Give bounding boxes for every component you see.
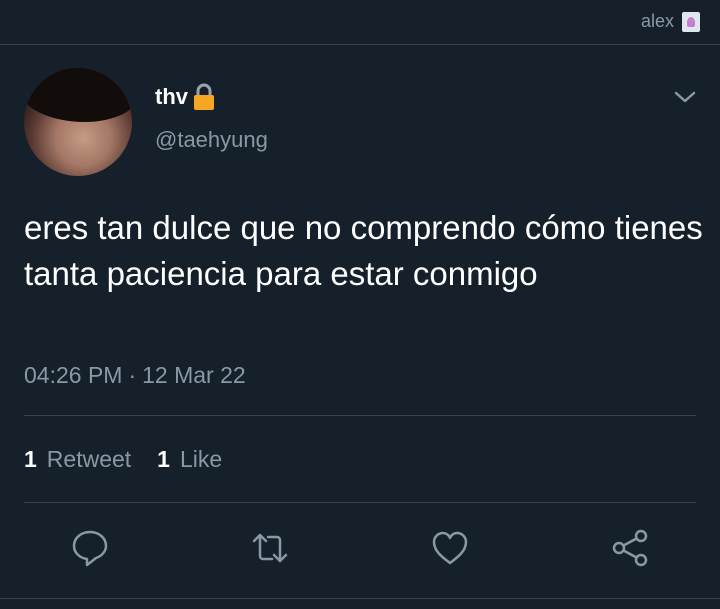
like-icon[interactable]	[430, 528, 470, 568]
account-username: alex	[640, 11, 674, 31]
profile-avatar[interactable]	[24, 68, 132, 176]
retweet-label: Retweet	[46, 446, 132, 472]
tweet-date: 12 Mar 22	[142, 362, 246, 388]
top-bar: alex	[0, 0, 720, 45]
user-handle[interactable]: @taehyung	[155, 127, 268, 153]
divider	[24, 415, 696, 416]
retweet-count: 1	[24, 446, 37, 472]
account-avatar[interactable]	[682, 11, 700, 32]
retweet-icon[interactable]	[250, 528, 290, 568]
divider	[24, 502, 696, 503]
tweet-timestamp[interactable]: 04:26 PM · 12 Mar 22	[24, 362, 246, 389]
share-icon[interactable]	[610, 528, 650, 568]
lock-icon	[194, 83, 214, 110]
like-label: Like	[179, 446, 223, 472]
tweet-text: eres tan dulce que no comprendo cómo tie…	[24, 209, 703, 292]
account-switcher[interactable]: alex	[641, 11, 700, 32]
avatar-image	[24, 68, 132, 122]
like-count: 1	[157, 446, 170, 472]
display-name[interactable]: thv	[155, 83, 216, 111]
retweet-stat[interactable]: 1 Retweet	[24, 446, 131, 473]
engagement-stats: 1 Retweet 1 Like	[24, 446, 222, 473]
reply-icon[interactable]	[70, 528, 110, 568]
tweet-time: 04:26 PM	[24, 362, 123, 388]
timestamp-separator: ·	[128, 362, 137, 388]
like-stat[interactable]: 1 Like	[157, 446, 222, 473]
display-name-text: thv	[155, 84, 188, 109]
bottom-divider	[0, 598, 720, 599]
chevron-down-icon[interactable]	[673, 88, 697, 106]
